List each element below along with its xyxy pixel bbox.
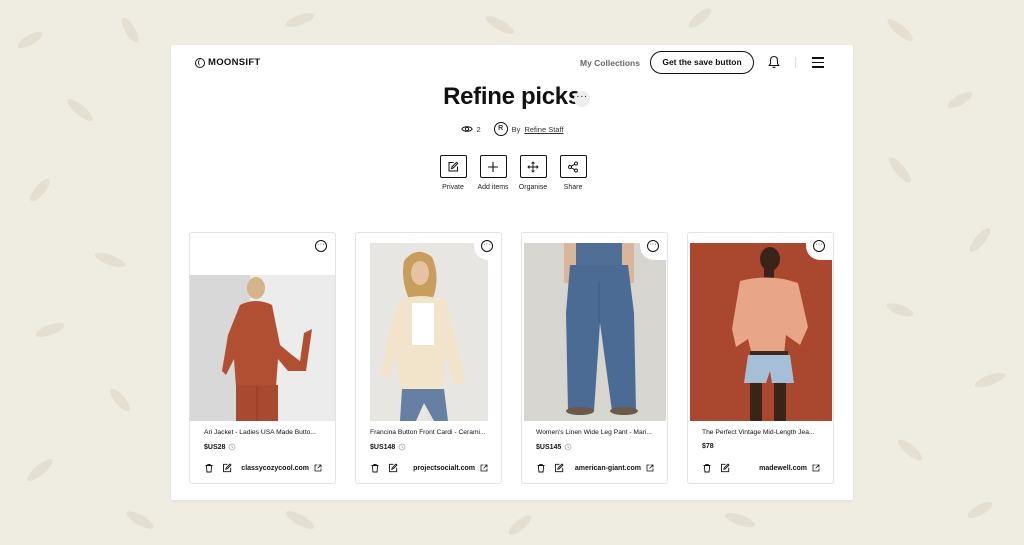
organise-button[interactable] [519,155,547,178]
collection-more-options-icon[interactable]: ··· [574,91,590,107]
card-footer: classycozycool.com [204,462,322,474]
price-history-icon[interactable] [228,443,236,451]
product-price: $US148 [370,443,406,451]
product-image[interactable] [370,243,488,421]
collection-meta: 2 R By Refine Staff [171,122,853,136]
product-image[interactable] [190,275,336,421]
page-title: Refine picks [443,83,581,110]
card-footer: projectsocialt.com [370,462,488,474]
retailer-link[interactable]: projectsocialt.com [413,464,488,472]
brand-name: MOONSIFT [208,57,261,68]
trash-icon[interactable] [536,463,546,473]
private-action[interactable]: Private [439,155,467,191]
hamburger-menu-icon[interactable] [812,57,824,68]
price-value: $78 [702,443,714,450]
card-more-button[interactable]: ··· [640,233,667,260]
move-icon [527,160,539,173]
product-image[interactable] [690,243,832,421]
retailer-link[interactable]: classycozycool.com [241,464,322,472]
edit-icon[interactable] [388,463,398,473]
external-link-icon [812,464,820,472]
retailer-link[interactable]: american-giant.com [575,464,654,472]
edit-icon[interactable] [720,463,730,473]
add-items-button[interactable] [479,155,507,178]
more-options-icon: ··· [481,240,493,252]
trash-icon[interactable] [702,463,712,473]
price-value: $US145 [536,443,562,451]
more-options-icon: ··· [813,240,825,252]
card-more-button[interactable]: ··· [806,233,833,260]
trash-icon[interactable] [204,463,214,473]
card-footer: madewell.com [702,462,820,474]
external-link-icon [480,464,488,472]
product-price: $US28 [204,443,236,451]
eye-icon [460,126,473,132]
external-link-icon [646,464,654,472]
product-title[interactable]: Ari Jacket - Ladies USA Made Butto... [204,429,324,436]
external-link-icon [314,464,322,472]
retailer-domain: american-giant.com [574,464,641,472]
product-card[interactable]: ··· Women's Linen Wide Leg Pant - Mari..… [521,232,668,484]
product-card[interactable]: ··· The Perfect Vintage Mid-Length Jea..… [687,232,834,484]
card-footer: american-giant.com [536,462,654,474]
share-label: Share [563,184,583,191]
product-title[interactable]: Francina Button Front Cardi - Cerami... [370,429,490,436]
card-more-button[interactable]: ··· [474,233,501,260]
by-label: By [511,124,521,134]
share-button[interactable] [559,155,587,178]
add-items-label: Add items [477,184,509,191]
price-history-icon[interactable] [564,443,572,451]
price-value: $US28 [204,443,226,451]
private-label: Private [442,184,464,191]
trash-icon[interactable] [370,463,380,473]
collection-actions: Private Add items Organise Share [439,155,587,191]
more-options-icon: ··· [647,240,659,252]
organise-label: Organise [518,184,548,191]
moonsift-logo[interactable]: MOONSIFT [195,57,261,68]
collection-panel: MOONSIFT My Collections Get the save but… [171,45,853,500]
edit-icon [448,161,459,171]
my-collections-link[interactable]: My Collections [580,58,640,68]
edit-icon[interactable] [222,463,232,473]
product-card[interactable]: ··· Francina Button Front Cardi - Cerami… [355,232,502,484]
price-history-icon[interactable] [398,443,406,451]
get-save-button[interactable]: Get the save button [650,51,754,74]
product-price: $78 [702,443,714,450]
card-more-button[interactable]: ··· [308,233,335,260]
retailer-domain: madewell.com [759,464,807,472]
product-image[interactable] [524,243,666,421]
private-button[interactable] [439,155,467,178]
view-count: 2 [476,124,481,134]
product-title[interactable]: The Perfect Vintage Mid-Length Jea... [702,429,822,436]
retailer-domain: projectsocialt.com [413,464,475,472]
bell-icon[interactable] [768,55,780,69]
plus-icon [488,161,498,172]
avatar: R [493,122,508,136]
share-action[interactable]: Share [559,155,587,191]
retailer-link[interactable]: madewell.com [759,464,820,472]
add-items-action[interactable]: Add items [477,155,509,191]
more-options-icon: ··· [315,240,327,252]
edit-icon[interactable] [554,463,564,473]
product-card[interactable]: ··· Ari Jacket - Ladies USA Made Butto..… [189,232,336,484]
author-link[interactable]: Refine Staff [524,125,563,134]
product-title[interactable]: Women's Linen Wide Leg Pant - Mari... [536,429,656,436]
share-icon [568,161,578,172]
moon-logo-icon [195,57,205,68]
retailer-domain: classycozycool.com [241,464,309,472]
header-divider [795,57,796,68]
product-price: $US145 [536,443,572,451]
price-value: $US148 [370,443,396,451]
organise-action[interactable]: Organise [519,155,547,191]
